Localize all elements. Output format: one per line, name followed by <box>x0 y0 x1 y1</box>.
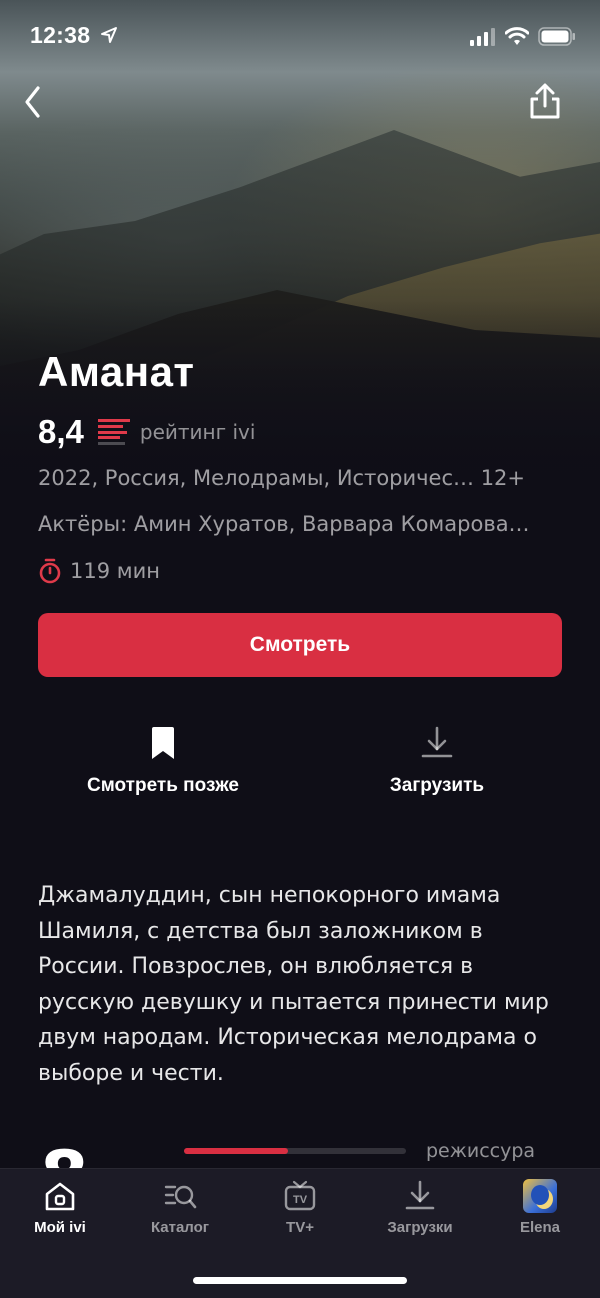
rating-detail-bar-fill <box>184 1148 289 1154</box>
home-indicator <box>193 1277 407 1284</box>
movie-meta: 2022, Россия, Мелодрамы, Историчес… 12+ <box>38 466 526 490</box>
chevron-left-icon[interactable] <box>18 82 48 122</box>
download-label: Загрузить <box>389 775 485 796</box>
download-icon <box>421 726 453 758</box>
bookmark-icon <box>152 727 174 759</box>
tab-my-ivi[interactable]: Мой ivi <box>0 1179 120 1249</box>
tab-label: Загрузки <box>387 1219 453 1236</box>
movie-title: Аманат <box>38 348 195 395</box>
download-button[interactable]: Загрузить <box>327 725 547 805</box>
rating-label: рейтинг ivi <box>139 420 256 444</box>
svg-text:TV: TV <box>293 1194 308 1206</box>
watch-later-button[interactable]: Смотреть позже <box>53 725 273 805</box>
tab-profile[interactable]: Elena <box>480 1179 600 1249</box>
rating-value: 8,4 <box>38 413 84 450</box>
share-icon[interactable] <box>526 82 564 122</box>
signal-icon <box>470 28 495 46</box>
tab-catalog[interactable]: Каталог <box>120 1179 240 1249</box>
download-icon <box>405 1180 435 1210</box>
tab-downloads[interactable]: Загрузки <box>360 1179 480 1249</box>
rating-detail-bar <box>184 1148 406 1154</box>
tab-label: Мой ivi <box>34 1219 86 1236</box>
wifi-icon <box>505 27 529 45</box>
tab-label: Elena <box>519 1219 561 1236</box>
rating-detail-label: режиссура <box>426 1140 536 1162</box>
status-bar: 12:38 <box>0 0 600 72</box>
avatar <box>523 1179 557 1213</box>
location-arrow-icon <box>101 27 117 43</box>
tv-icon: TV <box>284 1180 316 1211</box>
duration-label: 119 мин <box>70 559 160 583</box>
rating-bars-icon <box>97 419 130 445</box>
hero-image <box>0 0 600 600</box>
battery-icon <box>538 27 575 46</box>
home-icon <box>45 1182 75 1211</box>
tab-tv-plus[interactable]: TV TV+ <box>240 1179 360 1249</box>
rating-detail-row: 8 режиссура <box>0 1130 600 1170</box>
watch-button[interactable]: Смотреть <box>38 613 562 677</box>
tab-label: Каталог <box>150 1219 210 1236</box>
movie-duration: 119 мин <box>38 558 160 584</box>
timer-icon <box>39 558 61 584</box>
catalog-search-icon <box>164 1185 197 1209</box>
movie-actors[interactable]: Актёры: Амин Хуратов, Варвара Комарова… <box>38 512 568 536</box>
watch-later-label: Смотреть позже <box>87 775 239 796</box>
rating-detail-score: 8 <box>40 1142 89 1170</box>
rating-row[interactable]: 8,4 рейтинг ivi <box>38 412 255 452</box>
status-time: 12:38 <box>30 22 91 48</box>
tab-label: TV+ <box>286 1219 314 1236</box>
movie-description: Джамалуддин, сын непокорного имама Шамил… <box>38 883 549 1086</box>
